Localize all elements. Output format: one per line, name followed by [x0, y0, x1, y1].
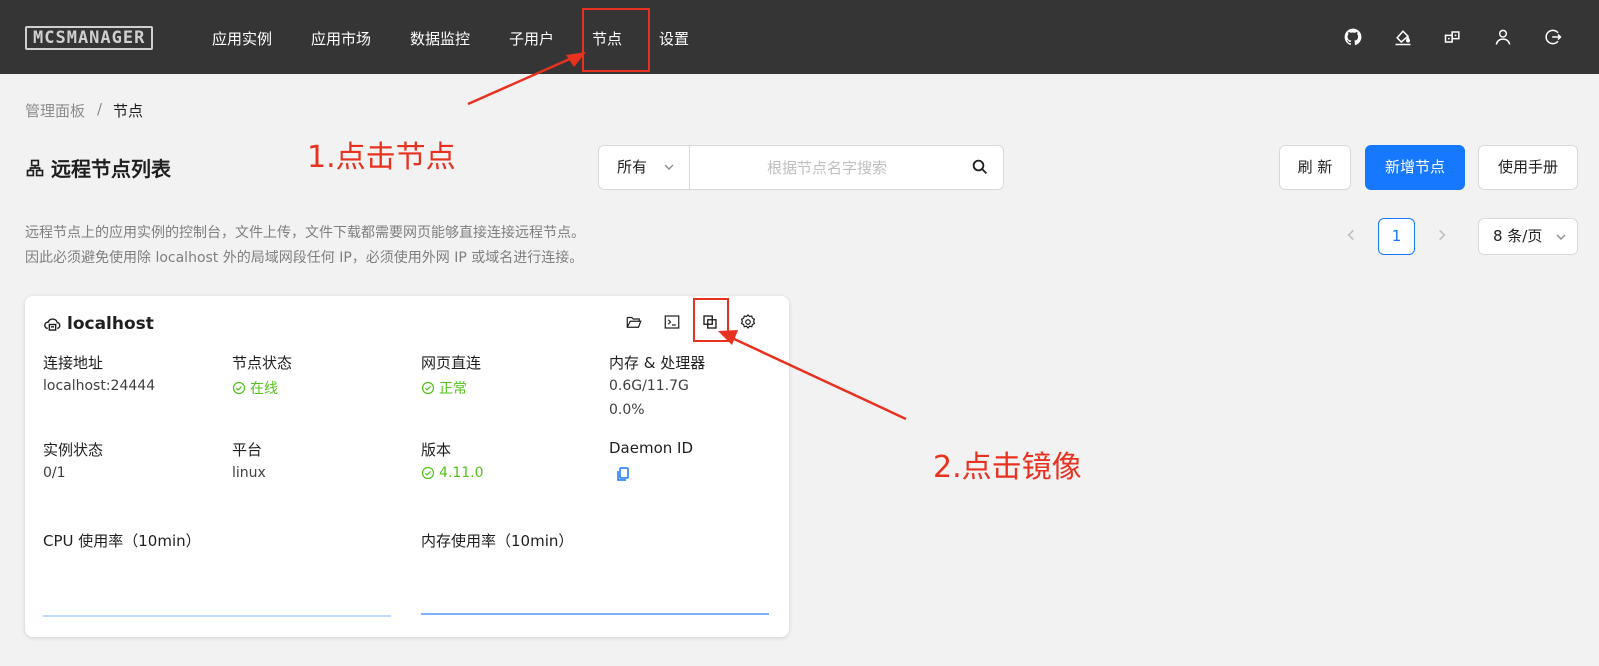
refresh-button[interactable]: 刷 新 [1279, 145, 1351, 190]
page-size-select[interactable]: 8 条/页 [1478, 218, 1578, 255]
language-icon[interactable] [1443, 27, 1465, 49]
breadcrumb-current: 节点 [113, 102, 144, 120]
page-number-current[interactable]: 1 [1378, 218, 1415, 255]
terminal-icon[interactable] [663, 313, 683, 333]
memory-chart-label: 内存使用率（10min） [421, 532, 574, 550]
github-icon[interactable] [1343, 27, 1365, 49]
prev-page-icon[interactable] [1344, 228, 1358, 242]
version-text: 4.11.0 [439, 465, 484, 481]
description-line-2: 因此必须避免使用除 localhost 外的局域网段任何 IP，必须使用外网 I… [25, 250, 584, 266]
field-version-label: 版本 [421, 441, 452, 459]
search-input[interactable] [691, 146, 963, 189]
breadcrumb-root[interactable]: 管理面板 [25, 100, 85, 121]
field-address-label: 连接地址 [43, 354, 104, 372]
chevron-down-icon [664, 164, 674, 170]
cluster-icon [26, 159, 44, 176]
search-group: 所有 [598, 145, 1004, 190]
highlight-image-button [693, 298, 729, 342]
field-direct-value: 正常 [421, 378, 467, 398]
search-icon[interactable] [971, 158, 989, 176]
filter-select-value: 所有 [617, 158, 648, 176]
field-address-value: localhost:24444 [43, 378, 156, 394]
cpu-usage-chart [43, 615, 391, 617]
user-icon[interactable] [1493, 27, 1515, 49]
check-circle-icon [421, 381, 435, 395]
field-memory-cpu-label: 内存 & 处理器 [609, 354, 706, 372]
node-name: localhost [67, 314, 154, 334]
page-size-value: 8 条/页 [1493, 227, 1543, 245]
check-circle-icon [232, 381, 246, 395]
manual-button[interactable]: 使用手册 [1478, 145, 1578, 190]
settings-icon[interactable] [739, 313, 759, 333]
add-node-button[interactable]: 新增节点 [1365, 145, 1465, 190]
field-status-value: 在线 [232, 378, 278, 398]
nav-instances[interactable]: 应用实例 [212, 0, 272, 74]
field-daemon-id-label: Daemon ID [609, 439, 694, 457]
annotation-step-2: 2.点击镜像 [933, 450, 1082, 485]
annotation-step-1: 1.点击节点 [307, 140, 456, 175]
filter-select[interactable]: 所有 [599, 146, 690, 189]
nav-subusers[interactable]: 子用户 [509, 0, 554, 74]
node-title: localhost [43, 314, 154, 334]
field-instances-label: 实例状态 [43, 441, 104, 459]
memory-value: 0.6G/11.7G [609, 378, 689, 394]
check-circle-icon [421, 466, 435, 480]
field-platform-label: 平台 [232, 441, 263, 459]
copy-icon[interactable] [615, 466, 631, 482]
chevron-down-icon [1556, 234, 1566, 240]
field-instances-value: 0/1 [43, 465, 66, 481]
memory-usage-chart [421, 613, 769, 615]
nav-monitor[interactable]: 数据监控 [410, 0, 470, 74]
direct-text: 正常 [439, 381, 467, 397]
field-status-label: 节点状态 [232, 354, 293, 372]
folder-open-icon[interactable] [625, 313, 645, 333]
cloud-server-icon [44, 317, 61, 331]
next-page-icon[interactable] [1435, 228, 1449, 242]
page-title-text: 远程节点列表 [51, 157, 171, 181]
nav-settings[interactable]: 设置 [659, 0, 689, 74]
cpu-value: 0.0% [609, 402, 645, 418]
theme-brush-icon[interactable] [1393, 27, 1415, 49]
highlight-nav-nodes [582, 8, 650, 72]
nav-market[interactable]: 应用市场 [311, 0, 371, 74]
field-platform-value: linux [232, 465, 266, 481]
logout-icon[interactable] [1543, 27, 1565, 49]
field-direct-label: 网页直连 [421, 354, 482, 372]
node-card: localhost 连接地址 localhost:24444 节点状态 在线 网… [25, 296, 789, 637]
description-line-1: 远程节点上的应用实例的控制台，文件上传，文件下载都需要网页能够直接连接远程节点。 [25, 225, 585, 241]
breadcrumb-separator: / [97, 100, 103, 118]
field-version-value: 4.11.0 [421, 465, 484, 481]
top-navbar: MCSMANAGER 应用实例 应用市场 数据监控 子用户 节点 设置 [0, 0, 1599, 74]
page-title: 远程节点列表 [25, 153, 171, 182]
cpu-chart-label: CPU 使用率（10min） [43, 532, 201, 550]
status-text: 在线 [250, 381, 278, 397]
app-logo[interactable]: MCSMANAGER [25, 26, 154, 50]
